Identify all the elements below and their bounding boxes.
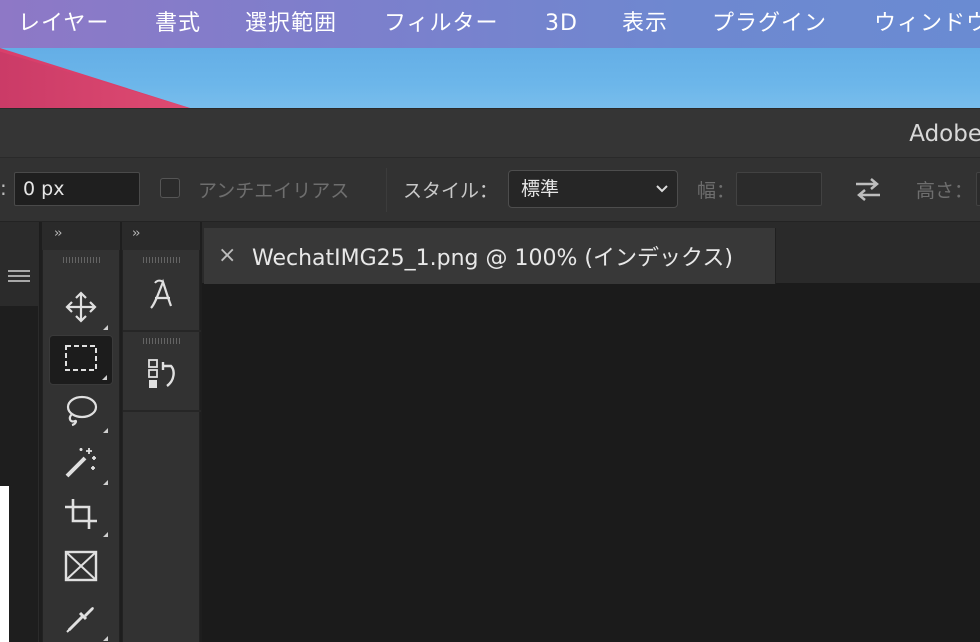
collapse-icon[interactable]: ›› xyxy=(132,226,141,241)
document-tab-bar: × WechatIMG25_1.png @ 100% (インデックス) xyxy=(202,222,980,284)
panel-icon-strip xyxy=(122,250,201,642)
menu-layer[interactable]: レイヤー xyxy=(18,0,109,48)
frame-tool[interactable] xyxy=(49,543,113,593)
tool-flyout-indicator xyxy=(102,375,107,380)
eyedropper-tool[interactable] xyxy=(49,595,113,642)
feather-label: : xyxy=(0,176,7,200)
document-canvas[interactable] xyxy=(202,284,980,642)
crop-icon xyxy=(63,497,99,535)
options-divider xyxy=(386,168,387,212)
app-title-bar: Adobe xyxy=(0,108,980,158)
tool-flyout-indicator xyxy=(103,428,108,433)
style-label: スタイル： xyxy=(403,180,499,202)
menu-view[interactable]: 表示 xyxy=(622,0,668,48)
width-input[interactable] xyxy=(736,172,822,206)
document-tab[interactable]: × WechatIMG25_1.png @ 100% (インデックス) xyxy=(204,228,776,284)
options-bar: : 0 px アンチエイリアス スタイル： 標準 幅： 高さ： xyxy=(0,158,980,222)
menu-select[interactable]: 選択範囲 xyxy=(245,0,337,48)
desktop-wallpaper xyxy=(0,48,980,108)
panel-thumbnail xyxy=(0,486,9,642)
eyedropper-icon xyxy=(64,601,98,639)
menu-window[interactable]: ウィンドウ xyxy=(874,0,980,48)
panel-menu-icon[interactable] xyxy=(8,268,30,288)
feather-input[interactable]: 0 px xyxy=(14,172,140,206)
menu-plugins[interactable]: プラグイン xyxy=(712,0,827,48)
tools-panel xyxy=(42,250,120,642)
move-icon xyxy=(64,290,98,328)
tool-flyout-indicator xyxy=(103,532,108,537)
frame-icon xyxy=(64,550,98,586)
height-input[interactable] xyxy=(976,172,980,206)
tool-flyout-indicator xyxy=(103,636,108,641)
style-select-value: 標準 xyxy=(521,178,560,200)
character-panel-button[interactable] xyxy=(131,270,193,322)
history-icon xyxy=(145,356,179,396)
lasso-icon xyxy=(63,393,99,431)
width-label: 幅： xyxy=(697,180,736,202)
collapse-icon[interactable]: ›› xyxy=(54,226,63,241)
style-select[interactable]: 標準 xyxy=(508,170,678,208)
crop-tool[interactable] xyxy=(49,491,113,541)
tool-flyout-indicator xyxy=(103,480,108,485)
history-panel-button[interactable] xyxy=(131,350,193,402)
height-label: 高さ： xyxy=(916,180,974,202)
menu-type[interactable]: 書式 xyxy=(155,0,201,48)
antialias-label: アンチエイリアス xyxy=(198,180,350,202)
lasso-tool[interactable] xyxy=(49,387,113,437)
panel-grip[interactable] xyxy=(143,257,181,263)
character-icon xyxy=(145,276,179,316)
menu-bar: レイヤー 書式 選択範囲 フィルター 3D 表示 プラグイン ウィンドウ xyxy=(0,0,980,48)
panel-separator xyxy=(123,330,201,332)
panel-strip-header: ›› xyxy=(122,222,200,250)
chevron-down-icon xyxy=(655,171,669,207)
panel-separator xyxy=(123,410,201,412)
toolbar-grip[interactable] xyxy=(63,257,101,263)
move-tool[interactable] xyxy=(49,284,113,334)
marquee-icon xyxy=(64,344,98,376)
toolbar-header: ›› xyxy=(42,222,120,250)
document-tab-title: WechatIMG25_1.png @ 100% (インデックス) xyxy=(252,246,733,271)
menu-3d[interactable]: 3D xyxy=(545,0,578,48)
app-title: Adobe xyxy=(909,121,980,147)
magic-wand-tool[interactable] xyxy=(49,439,113,489)
tool-flyout-indicator xyxy=(103,325,108,330)
magic-wand-icon xyxy=(63,445,99,483)
antialias-checkbox[interactable] xyxy=(160,178,180,198)
swap-icon[interactable] xyxy=(852,174,884,208)
menu-filter[interactable]: フィルター xyxy=(384,0,499,48)
rectangular-marquee-tool[interactable] xyxy=(49,335,113,385)
close-icon[interactable]: × xyxy=(218,243,236,268)
panel-grip[interactable] xyxy=(143,338,181,344)
